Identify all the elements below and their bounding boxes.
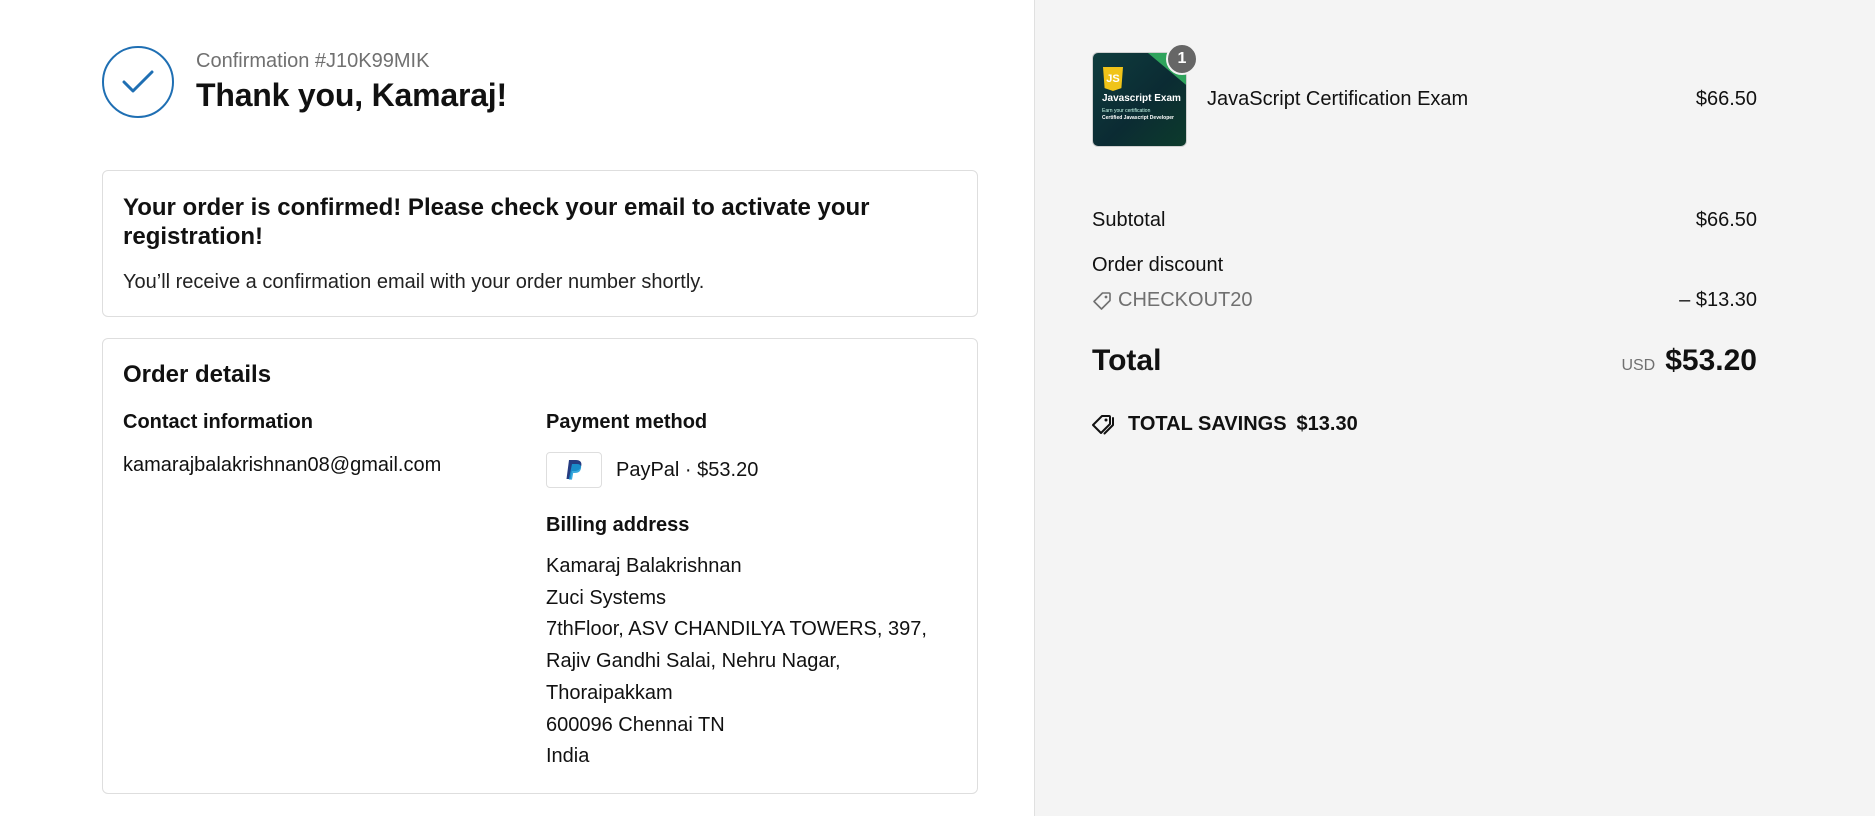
tags-icon <box>1092 414 1114 434</box>
billing-address-line: Thoraipakkam <box>546 681 673 704</box>
payment-text: PayPal · $53.20 <box>616 458 759 481</box>
order-summary-panel: JS Javascript Exam Earn your certificati… <box>1034 0 1875 816</box>
contact-heading: Contact information <box>123 411 313 433</box>
total-savings: TOTAL SAVINGS $13.30 <box>1092 413 1757 436</box>
line-item: JS Javascript Exam Earn your certificati… <box>1092 43 1757 147</box>
total-label: Total <box>1092 344 1162 377</box>
confirmation-number: Confirmation #J10K99MIK <box>196 50 430 72</box>
product-image-subtitle: Earn your certification <box>1102 108 1151 114</box>
product-image-caption: Certified Javascript Developer <box>1102 115 1174 121</box>
discount-label: Order discount <box>1092 254 1224 276</box>
quantity-badge: 1 <box>1166 43 1198 75</box>
subtotal-label: Subtotal <box>1092 209 1166 231</box>
contact-column: Contact information kamarajbalakrishnan0… <box>123 411 546 773</box>
discount-code-text: CHECKOUT20 <box>1118 289 1253 311</box>
product-thumbnail: JS Javascript Exam Earn your certificati… <box>1092 43 1198 147</box>
total-amount: $53.20 <box>1665 344 1757 377</box>
confirmation-card: Your order is confirmed! Please check yo… <box>102 170 978 317</box>
billing-address: Kamaraj Balakrishnan Zuci Systems 7thFlo… <box>546 551 957 773</box>
page-title: Thank you, Kamaraj! <box>196 77 507 113</box>
currency-code: USD <box>1621 357 1656 374</box>
total-row: Total USD $53.20 <box>1092 344 1757 378</box>
confirmation-message-title: Your order is confirmed! Please check yo… <box>123 194 870 250</box>
savings-value: $13.30 <box>1296 413 1358 435</box>
discount-code: CHECKOUT20 <box>1092 289 1252 312</box>
discount-value: – $13.30 <box>1679 289 1757 311</box>
billing-address-line: Kamaraj Balakrishnan <box>546 555 742 577</box>
savings-label: TOTAL SAVINGS <box>1128 413 1287 435</box>
billing-address-line: Rajiv Gandhi Salai, Nehru Nagar, <box>546 650 841 673</box>
product-price: $66.50 <box>1695 88 1757 110</box>
confirmation-header: Confirmation #J10K99MIK Thank you, Kamar… <box>102 46 1034 118</box>
order-details-card: Order details Contact information kamara… <box>102 338 978 794</box>
billing-address-line: 7thFloor, ASV CHANDILYA TOWERS, 397, <box>546 618 927 641</box>
product-name: JavaScript Certification Exam <box>1207 88 1469 110</box>
subtotal-row: Subtotal $66.50 <box>1092 209 1757 232</box>
subtotal-value: $66.50 <box>1695 209 1757 231</box>
billing-heading: Billing address <box>546 514 690 536</box>
billing-address-line: Zuci Systems <box>546 586 667 609</box>
paypal-icon <box>546 452 602 488</box>
js-shield-icon: JS <box>1103 67 1123 91</box>
tag-icon <box>1093 291 1111 310</box>
payment-heading: Payment method <box>546 411 708 433</box>
payment-column: Payment method PayPal · $53.20 Billing a… <box>546 411 957 773</box>
product-image-title: Javascript Exam <box>1102 93 1181 104</box>
discount-row: CHECKOUT20 – $13.30 <box>1092 289 1757 312</box>
main-panel: Confirmation #J10K99MIK Thank you, Kamar… <box>0 0 1034 816</box>
order-details-title: Order details <box>123 361 272 388</box>
payment-method: PayPal · $53.20 <box>546 452 957 488</box>
check-circle-icon <box>102 46 174 118</box>
billing-address-line: India <box>546 745 590 768</box>
billing-address-line: 600096 Chennai TN <box>546 713 725 736</box>
contact-email: kamarajbalakrishnan08@gmail.com <box>123 454 442 476</box>
confirmation-message-text: You’ll receive a confirmation email with… <box>123 271 705 293</box>
